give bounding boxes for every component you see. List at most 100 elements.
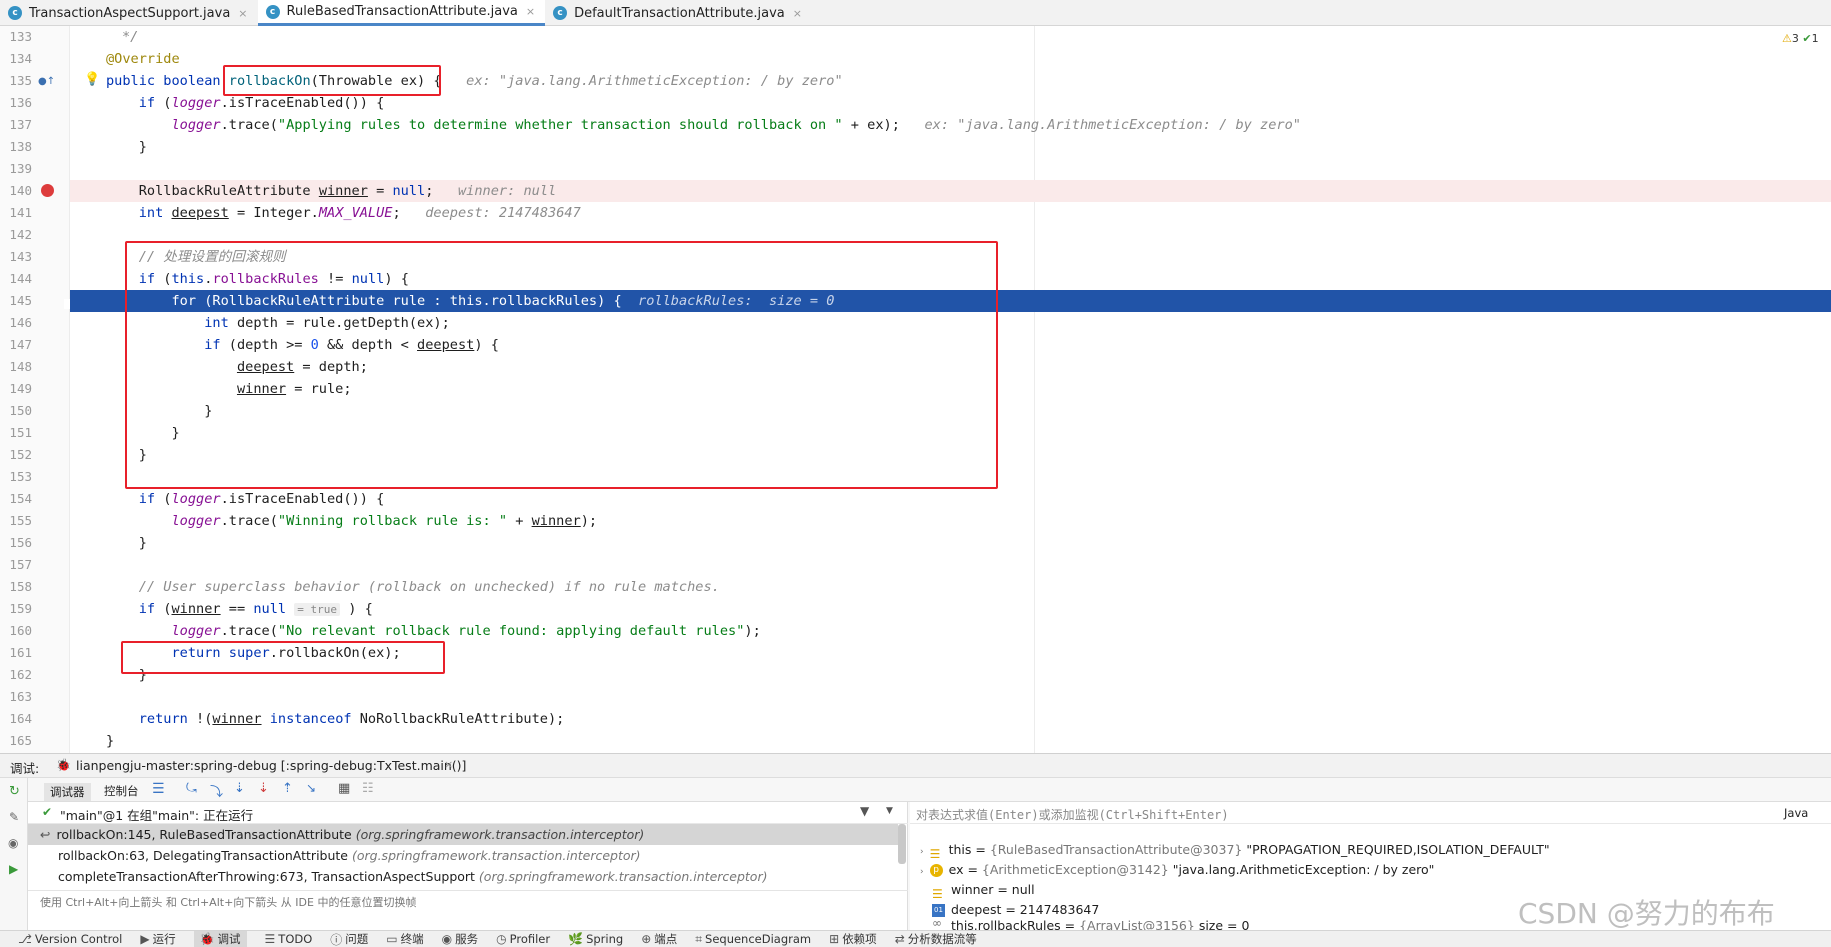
debug-header: 调试: 🐞 lianpengju-master:spring-debug [:s…	[0, 754, 1831, 778]
line-number: 163	[0, 686, 32, 708]
line-number: 151	[0, 422, 32, 444]
toolwindow-icon: ⓘ	[330, 931, 342, 947]
code-line-138[interactable]: }	[70, 136, 1831, 158]
toolwindow-2[interactable]: 🐞调试	[194, 930, 247, 947]
code-line-164[interactable]: return !(winner instanceof NoRollbackRul…	[70, 708, 1831, 730]
tab-rule-based-transaction-attribute[interactable]: cRuleBasedTransactionAttribute.java×	[258, 0, 546, 26]
chevron-right-icon[interactable]: ›	[920, 867, 924, 877]
force-step-into-icon[interactable]: ⇣	[258, 781, 269, 796]
toolwindow-icon: 🐞	[200, 932, 215, 946]
local-variable-icon: ☰	[932, 884, 945, 897]
toolwindow-7[interactable]: ◷Profiler	[496, 930, 550, 947]
close-icon[interactable]: ×	[444, 758, 453, 771]
frame-switch-hint: 使用 Ctrl+Alt+向上箭头 和 Ctrl+Alt+向下箭头 从 IDE 中…	[40, 894, 416, 910]
variable-ex[interactable]: ›pex = {ArithmeticException@3142} "java.…	[920, 860, 1434, 880]
step-out-icon[interactable]: ⇡	[282, 781, 293, 796]
chevron-right-icon[interactable]: ›	[920, 847, 924, 857]
evaluate-icon[interactable]: ▦	[338, 781, 350, 796]
code-line-139[interactable]	[70, 158, 1831, 180]
scrollbar[interactable]	[898, 824, 906, 864]
run-to-cursor-icon[interactable]: ↘	[306, 781, 316, 795]
toolwindow-icon: 🌿	[568, 932, 583, 946]
class-icon: c	[8, 6, 22, 20]
code-line-141[interactable]: int deepest = Integer.MAX_VALUE; deepest…	[70, 202, 1831, 224]
toolwindow-6[interactable]: ◉服务	[442, 930, 478, 947]
code-line-154[interactable]: if (logger.isTraceEnabled()) {	[70, 488, 1831, 510]
class-icon: c	[553, 6, 567, 20]
tab-transaction-aspect-support[interactable]: cTransactionAspectSupport.java×	[0, 0, 258, 26]
toolwindow-9[interactable]: ⊕端点	[641, 930, 677, 947]
code-line-158[interactable]: // User superclass behavior (rollback on…	[70, 576, 1831, 598]
toolwindow-0[interactable]: ⎇Version Control	[18, 930, 122, 947]
evaluate-expression-field[interactable]: 对表达式求值(Enter)或添加监视(Ctrl+Shift+Enter) Jav…	[910, 802, 1831, 824]
frames-panel: ✔ "main"@1 在组"main": 正在运行 ▼ ▼ ↩rollbackO…	[28, 802, 908, 947]
tab-console[interactable]: 控制台	[104, 783, 139, 799]
tab-default-transaction-attribute[interactable]: cDefaultTransactionAttribute.java×	[545, 0, 812, 26]
variable-deepest[interactable]: 01deepest = 2147483647	[932, 900, 1099, 920]
code-line-137[interactable]: logger.trace("Applying rules to determin…	[70, 114, 1831, 136]
line-number: 133	[0, 26, 32, 48]
variable-rollback-rules[interactable]: ∞this.rollbackRules = {ArrayList@3156} s…	[932, 920, 1249, 930]
debug-session-icon: 🐞	[56, 758, 71, 772]
tab-debugger[interactable]: 调试器	[44, 783, 91, 801]
resume-icon[interactable]: ▶	[9, 862, 18, 876]
line-number: 156	[0, 532, 32, 554]
line-number: 143	[0, 246, 32, 268]
line-number: 139	[0, 158, 32, 180]
close-icon[interactable]: ×	[793, 7, 802, 20]
variable-winner[interactable]: ☰winner = null	[932, 880, 1035, 900]
toolwindow-10[interactable]: ⌗SequenceDiagram	[695, 930, 811, 947]
thread-selector[interactable]: ✔ "main"@1 在组"main": 正在运行 ▼ ▼	[28, 802, 908, 824]
line-number: 141	[0, 202, 32, 224]
check-icon: ✔	[42, 805, 52, 819]
menu-icon[interactable]: ☰	[152, 781, 165, 797]
view-breakpoints-icon[interactable]: ◉	[8, 836, 18, 850]
debug-label: 调试:	[10, 758, 39, 777]
line-number: 165	[0, 730, 32, 752]
line-number: 157	[0, 554, 32, 576]
watermark: CSDN @努力的布布	[1518, 892, 1775, 932]
code-line-165[interactable]: }	[70, 730, 1831, 752]
toolwindow-icon: ⊕	[641, 932, 651, 946]
language-selector[interactable]: Java	[1784, 806, 1808, 820]
toolwindow-4[interactable]: ⓘ问题	[330, 930, 368, 947]
step-over-icon[interactable]: ⤵	[210, 781, 223, 800]
rerun-icon[interactable]: ↻	[9, 784, 20, 799]
code-editor[interactable]: ⚠3 ✔1 ●↑ 💡 */ @Override public boolean r…	[0, 26, 1831, 753]
chevron-down-icon[interactable]: ▼	[886, 806, 893, 816]
stack-frame[interactable]: ↩rollbackOn:145, RuleBasedTransactionAtt…	[28, 824, 898, 845]
code-line-133[interactable]: */	[70, 26, 1831, 48]
toolwindow-icon: ◷	[496, 932, 506, 946]
trace-icon[interactable]: ☷	[362, 781, 374, 796]
show-execution-point-icon[interactable]: ⤿	[186, 781, 197, 796]
close-icon[interactable]: ×	[238, 7, 247, 20]
toolwindow-12[interactable]: ⇄分析数据流等	[895, 930, 977, 947]
code-line-163[interactable]	[70, 686, 1831, 708]
toolwindow-3[interactable]: ☰TODO	[265, 930, 313, 947]
line-number: 142	[0, 224, 32, 246]
toolwindow-8[interactable]: 🌿Spring	[568, 930, 623, 947]
line-number: 153	[0, 466, 32, 488]
toolwindow-1[interactable]: ▶运行	[140, 930, 175, 947]
step-into-icon[interactable]: ⇣	[234, 781, 245, 796]
toolwindow-11[interactable]: ⊞依赖项	[829, 930, 877, 947]
breakpoint-icon[interactable]	[41, 184, 54, 197]
stack-frame[interactable]: rollbackOn:63, DelegatingTransactionAttr…	[58, 845, 641, 866]
wrench-icon[interactable]: ✎	[9, 810, 19, 824]
filter-icon[interactable]: ▼	[860, 804, 869, 818]
debug-session-tab[interactable]: lianpengju-master:spring-debug [:spring-…	[76, 758, 466, 773]
variable-this[interactable]: ›☰this = {RuleBasedTransactionAttribute@…	[920, 840, 1550, 860]
code-line-160[interactable]: logger.trace("No relevant rollback rule …	[70, 620, 1831, 642]
code-line-157[interactable]	[70, 554, 1831, 576]
code-line-140-breakpoint[interactable]: RollbackRuleAttribute winner = null; win…	[70, 180, 1831, 202]
close-icon[interactable]: ×	[526, 5, 535, 18]
toolwindow-5[interactable]: ▭终端	[386, 930, 423, 947]
toolwindow-icon: ⊞	[829, 932, 839, 946]
stack-frame[interactable]: completeTransactionAfterThrowing:673, Tr…	[58, 866, 767, 887]
override-marker-icon[interactable]: ●↑	[38, 76, 55, 87]
code-line-156[interactable]: }	[70, 532, 1831, 554]
code-line-155[interactable]: logger.trace("Winning rollback rule is: …	[70, 510, 1831, 532]
line-number: 148	[0, 356, 32, 378]
code-line-159[interactable]: if (winner == null = true ) {	[70, 598, 1831, 620]
debugger-toolbar: 调试器 控制台 ☰ ⤿ ⤵ ⇣ ⇣ ⇡ ↘ ▦ ☷	[28, 778, 1831, 802]
